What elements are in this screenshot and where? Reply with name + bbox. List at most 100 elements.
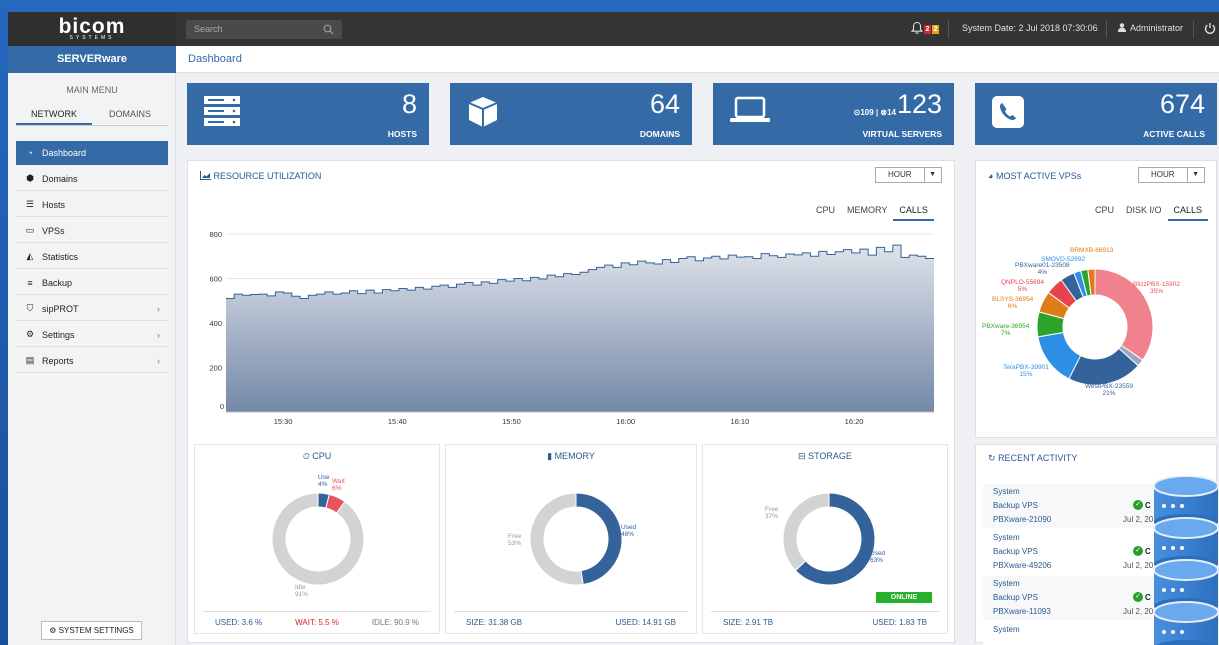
search-icon[interactable]	[323, 24, 334, 35]
user-name: Administrator	[1130, 23, 1184, 33]
activity-item[interactable]: System	[983, 622, 1161, 645]
cpu-wait-pct: 6%	[332, 485, 342, 492]
calls-area-chart: 0 200 400 600 800 15:30 15:40 15:50 16:00 16:10 16…	[209, 230, 934, 426]
vps-label-name: TeraPBX-39901	[1003, 364, 1049, 371]
tab-vps-disk-io[interactable]: DISK I/O	[1120, 203, 1168, 221]
sidebar-item-settings[interactable]: ⚙ Settings ›	[16, 323, 168, 347]
storage-used-pct: 63%	[870, 557, 884, 564]
sidebar-item-reports[interactable]: ▤ Reports ›	[16, 349, 168, 373]
sidebar-item-dashboard[interactable]: ◔ Dashboard	[16, 141, 168, 165]
cpu-title-text: CPU	[312, 451, 332, 461]
memory-free-name: Free	[508, 533, 522, 540]
activity-item[interactable]: System Backup VPS PBXware-21090 Jul 2, 20 ✓ C	[983, 484, 1161, 528]
storage-used-name: Used	[870, 550, 886, 557]
search-placeholder: Search	[194, 24, 223, 34]
cpu-wait: WAIT: 5.5 %	[295, 618, 339, 627]
storage-footer: SIZE: 2.91 TB USED: 1.83 TB	[711, 611, 939, 633]
notification-badge-yellow[interactable]: 2	[932, 25, 939, 34]
sidebar-item-label: sipPROT	[42, 303, 79, 314]
activity-item[interactable]: System Backup VPS PBXware-11093 Jul 2, 20 ✓ C	[983, 576, 1161, 620]
pie-chart-icon: ◕	[988, 171, 994, 181]
vps-label-westpbx: WestPBX-23559 21%	[1085, 383, 1133, 397]
stat-card-active-calls[interactable]: 674 ACTIVE CALLS	[975, 83, 1217, 145]
main-menu-heading: MAIN MENU	[66, 85, 118, 95]
chevron-right-icon: ›	[157, 355, 160, 366]
bell-icon[interactable]	[911, 21, 923, 35]
storage-used-label: Used 63%	[870, 550, 885, 564]
stat-card-virtual-servers[interactable]: ⊙109 | ⊗14 123 VIRTUAL SERVERS	[713, 83, 954, 145]
resource-range-dropdown[interactable]: HOUR ▼	[875, 167, 942, 183]
db-led	[1180, 588, 1184, 592]
activity-date: Jul 2, 20	[1123, 607, 1154, 616]
tab-domains[interactable]: DOMAINS	[92, 104, 168, 125]
vps-label-blsys: BLSYS-36954 6%	[992, 296, 1033, 310]
memory-panel: ▮ MEMORY Used 48% Free 53% SIZE: 31.38 GB …	[445, 444, 697, 634]
tab-calls[interactable]: CALLS	[893, 203, 934, 221]
activity-item[interactable]: System Backup VPS PBXware-49206 Jul 2, 20 ✓ C	[983, 530, 1161, 574]
vps-label-pct: 6%	[1007, 303, 1018, 310]
storage-free-label: Free 37%	[765, 506, 778, 520]
x-tick-label: 15:30	[274, 417, 293, 426]
sidebar-item-hosts[interactable]: ☰ Hosts	[16, 193, 168, 217]
system-settings-button[interactable]: ⚙ SYSTEM SETTINGS	[41, 621, 142, 640]
db-led	[1162, 504, 1166, 508]
activity-date: Jul 2, 20	[1123, 561, 1154, 570]
virtual-servers-count: 123	[896, 89, 942, 119]
sidebar-item-statistics[interactable]: ◭ Statistics	[16, 245, 168, 269]
sidebar-item-sipprot[interactable]: ⛉ sipPROT ›	[16, 297, 168, 321]
memory-size: SIZE: 31.38 GB	[466, 618, 523, 627]
server-icon: ☰	[25, 199, 35, 209]
area-chart-icon: ◭	[26, 251, 34, 261]
user-icon	[1118, 23, 1126, 32]
storage-title: ⊟ STORAGE	[703, 451, 947, 462]
activity-action: Backup VPS	[993, 501, 1038, 510]
vps-label-pbxware01: PBXware01-23508 4%	[1015, 262, 1070, 276]
power-icon[interactable]	[1204, 22, 1216, 35]
resource-title: RESOURCE UTILIZATION	[200, 171, 321, 181]
storage-used: USED: 1.83 TB	[872, 618, 927, 627]
area-chart-icon	[200, 171, 211, 180]
tab-cpu[interactable]: CPU	[810, 203, 841, 221]
tab-vps-calls[interactable]: CALLS	[1167, 203, 1209, 221]
cpu-idle-pct: 91%	[295, 591, 309, 598]
vps-range-dropdown[interactable]: HOUR ▼	[1138, 167, 1205, 183]
memory-donut	[529, 492, 623, 586]
user-menu[interactable]: Administrator	[1118, 23, 1183, 33]
vps-label-name: WestPBX-23559	[1085, 383, 1133, 390]
db-disk-top	[1153, 559, 1219, 581]
memory-title-text: MEMORY	[554, 451, 595, 461]
storage-free-name: Free	[765, 506, 779, 513]
db-led	[1162, 588, 1166, 592]
x-tick-label: 15:40	[388, 417, 407, 426]
activity-target: PBXware-21090	[993, 515, 1052, 524]
sidebar-item-backup[interactable]: ≡ Backup	[16, 271, 168, 295]
memory-used-pct: 48%	[621, 531, 635, 538]
dashboard-icon: ◔	[27, 148, 33, 158]
db-led	[1180, 546, 1184, 550]
cogs-icon: ⚙	[25, 329, 35, 339]
notification-badge-red[interactable]: 2	[924, 25, 931, 34]
tab-network[interactable]: NETWORK	[16, 104, 92, 125]
vps-tabs: CPU DISK I/O CALLS	[1089, 203, 1209, 221]
cpu-idle: IDLE: 90.9 %	[371, 618, 419, 627]
top-bar: Search 2 2 System Date: 2 Jul 2018 07:30…	[176, 12, 1219, 46]
y-tick-label: 600	[209, 275, 222, 284]
tab-memory[interactable]: MEMORY	[841, 203, 893, 221]
vps-label-blizzpbx: BlizzPBX-15902 35%	[1133, 281, 1180, 295]
tab-vps-cpu[interactable]: CPU	[1089, 203, 1120, 221]
stat-card-hosts[interactable]: 8 HOSTS	[187, 83, 429, 145]
storage-title-text: STORAGE	[808, 451, 852, 461]
active-calls-count: 674	[1159, 89, 1205, 119]
check-circle-icon: ✓	[1133, 546, 1143, 556]
stat-card-domains[interactable]: 64 DOMAINS	[450, 83, 692, 145]
sidebar-item-domains[interactable]: ⬢ Domains	[16, 167, 168, 191]
bicom-logo[interactable]: bicom SYSTEMS	[59, 16, 126, 41]
search-input[interactable]: Search	[186, 20, 342, 39]
vps-label-pct: 4%	[1037, 269, 1047, 276]
chevron-right-icon: ›	[157, 329, 160, 340]
vps-label-name: PBXware01-23508	[1015, 262, 1070, 269]
sidebar-item-vpss[interactable]: ▭ VPSs	[16, 219, 168, 243]
chevron-right-icon: ›	[157, 303, 160, 314]
history-icon: ↻	[988, 453, 996, 463]
resource-range-value: HOUR	[888, 170, 912, 179]
